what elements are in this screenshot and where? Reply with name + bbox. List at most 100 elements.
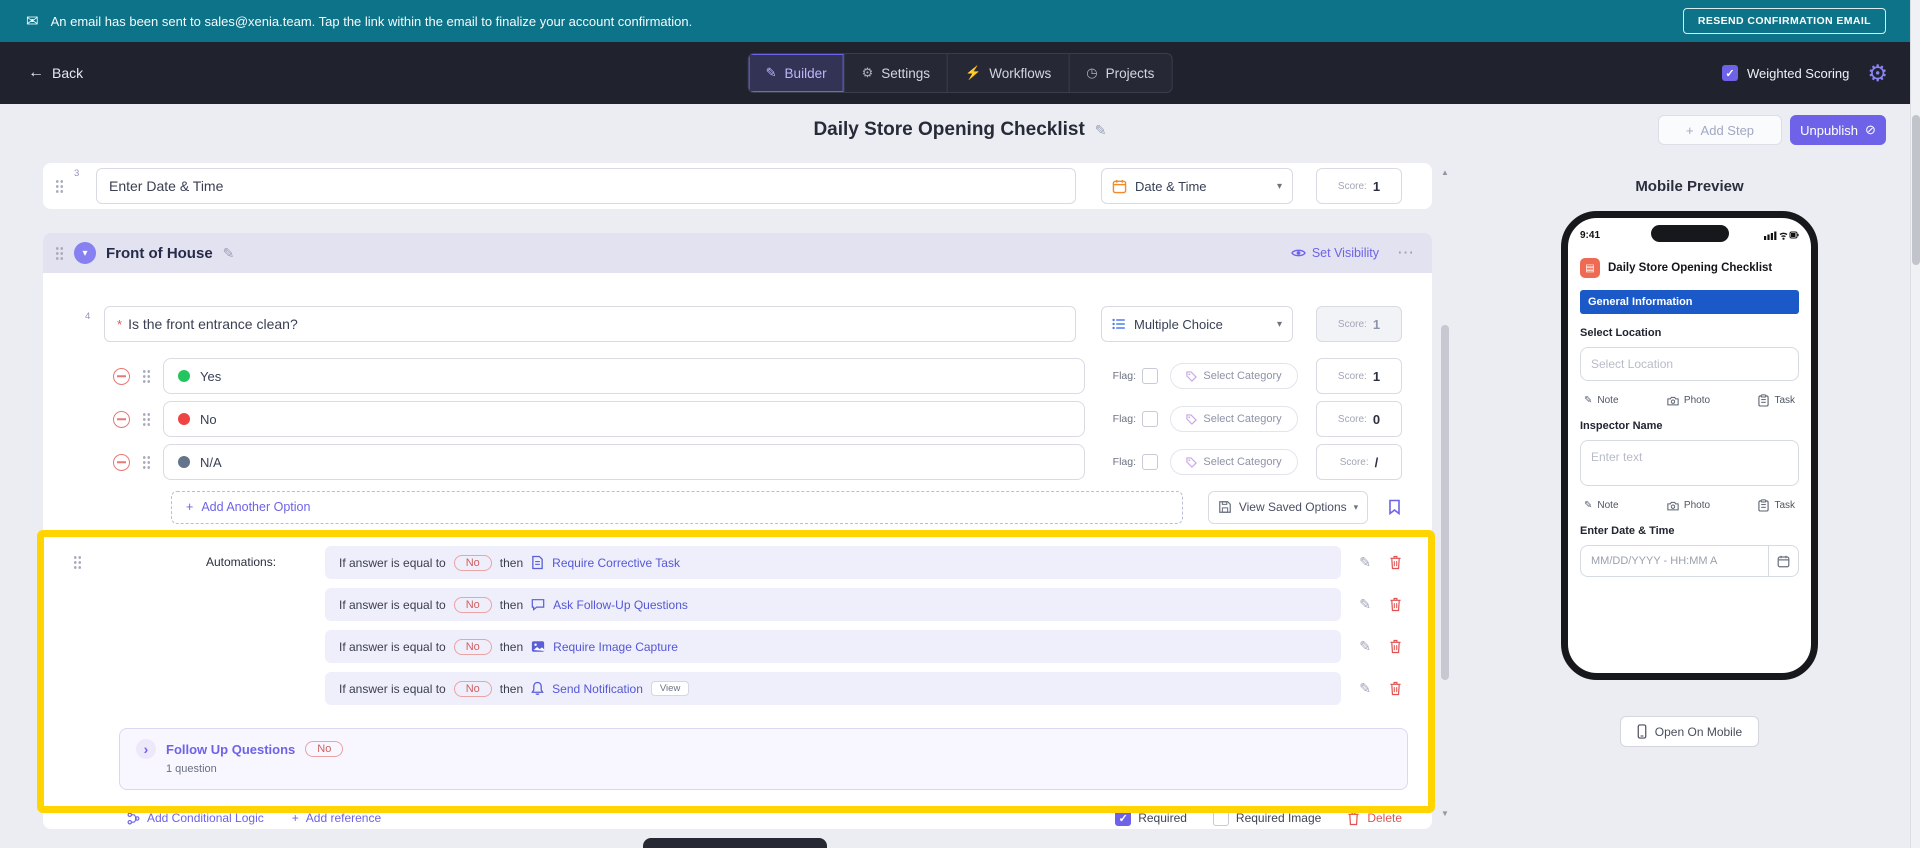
scroll-down-icon[interactable]: ▼ xyxy=(1439,809,1451,818)
drag-handle-icon[interactable] xyxy=(142,454,151,470)
delete-question-button[interactable]: Delete xyxy=(1347,811,1402,826)
inspector-name-input[interactable]: Enter text xyxy=(1580,440,1799,486)
delete-automation-icon[interactable] xyxy=(1389,597,1402,612)
weighted-scoring-toggle[interactable]: ✓ Weighted Scoring xyxy=(1722,65,1849,81)
flag-checkbox[interactable] xyxy=(1142,411,1158,427)
option-input[interactable]: No xyxy=(163,401,1085,437)
bookmark-icon[interactable] xyxy=(1388,499,1401,515)
response-type-select[interactable]: Date & Time ▾ xyxy=(1101,168,1293,204)
resend-confirmation-button[interactable]: RESEND CONFIRMATION EMAIL xyxy=(1682,8,1886,34)
required-image-toggle[interactable]: Required Image xyxy=(1212,810,1321,826)
photo-button[interactable]: Photo xyxy=(1667,500,1710,511)
step-title-input[interactable]: Enter Date & Time xyxy=(96,168,1076,204)
automation-action-link[interactable]: Ask Follow-Up Questions xyxy=(553,598,688,612)
edit-section-icon[interactable]: ✎ xyxy=(223,245,235,262)
note-button[interactable]: ✎ Note xyxy=(1584,395,1619,406)
task-button[interactable]: Task xyxy=(1758,499,1795,512)
flag-toggle[interactable]: Flag: xyxy=(1113,411,1158,427)
mail-icon: ✉ xyxy=(26,13,39,30)
edit-automation-icon[interactable]: ✎ xyxy=(1359,680,1371,697)
drag-handle-icon[interactable] xyxy=(142,368,151,384)
collapse-section-icon[interactable]: ▾ xyxy=(74,242,96,264)
score-box[interactable]: Score: 1 xyxy=(1316,168,1402,204)
note-icon: ✎ xyxy=(1584,395,1593,406)
page-scrollbar[interactable] xyxy=(1910,0,1920,848)
select-category-button[interactable]: Select Category xyxy=(1170,449,1298,475)
score-box[interactable]: Score: 0 xyxy=(1316,401,1402,437)
required-image-checkbox[interactable] xyxy=(1212,810,1229,826)
add-another-option-button[interactable]: + Add Another Option xyxy=(171,490,1183,524)
edit-automation-icon[interactable]: ✎ xyxy=(1359,596,1371,613)
delete-automation-icon[interactable] xyxy=(1389,555,1402,570)
drag-handle-icon[interactable] xyxy=(142,411,151,427)
remove-option-icon[interactable] xyxy=(113,410,130,428)
expand-icon[interactable]: › xyxy=(136,739,156,759)
header-right: ✓ Weighted Scoring ⚙ xyxy=(1722,42,1888,104)
unpublish-button[interactable]: Unpublish ⊘ xyxy=(1790,115,1886,145)
set-visibility-button[interactable]: Set Visibility xyxy=(1290,246,1379,260)
tab-projects[interactable]: ◷ Projects xyxy=(1069,54,1171,92)
automation-action-link[interactable]: Send Notification xyxy=(552,682,643,696)
option-input[interactable]: Yes xyxy=(163,358,1085,394)
automation-action-link[interactable]: Require Corrective Task xyxy=(552,556,680,570)
question-card: 4 * Is the front entrance clean? Multipl… xyxy=(43,273,1432,829)
delete-automation-icon[interactable] xyxy=(1389,639,1402,654)
select-category-button[interactable]: Select Category xyxy=(1170,363,1298,389)
tab-settings[interactable]: ⚙ Settings xyxy=(845,54,949,92)
note-button[interactable]: ✎ Note xyxy=(1584,500,1619,511)
question-type-select[interactable]: Multiple Choice ▾ xyxy=(1101,306,1293,342)
drag-handle-icon[interactable] xyxy=(55,245,64,261)
add-reference-button[interactable]: + Add reference xyxy=(292,811,381,825)
tab-builder[interactable]: ✎ Builder xyxy=(748,54,845,92)
status-time: 9:41 xyxy=(1580,229,1601,241)
back-button[interactable]: ← Back xyxy=(28,42,83,104)
settings-gear-icon[interactable]: ⚙ xyxy=(1867,61,1888,85)
content-scrollbar[interactable]: ▲ ▼ xyxy=(1439,168,1451,818)
drag-handle-icon[interactable] xyxy=(73,555,82,570)
bottom-toolbar-partial[interactable] xyxy=(643,838,827,848)
edit-automation-icon[interactable]: ✎ xyxy=(1359,554,1371,571)
follow-up-questions-card[interactable]: › Follow Up Questions No 1 question xyxy=(119,728,1408,790)
flag-checkbox[interactable] xyxy=(1142,368,1158,384)
view-saved-options-button[interactable]: View Saved Options ▾ xyxy=(1208,490,1368,524)
option-input[interactable]: N/A xyxy=(163,444,1085,480)
flag-toggle[interactable]: Flag: xyxy=(1113,454,1158,470)
add-conditional-logic-button[interactable]: Add Conditional Logic xyxy=(127,811,264,825)
view-chip[interactable]: View xyxy=(650,681,690,696)
task-button[interactable]: Task xyxy=(1758,394,1795,407)
question-type-value: Multiple Choice xyxy=(1134,316,1223,332)
date-time-input[interactable]: MM/DD/YYYY - HH:MM A xyxy=(1580,545,1799,577)
score-box[interactable]: Score: 1 xyxy=(1316,358,1402,394)
remove-option-icon[interactable] xyxy=(113,453,130,471)
required-toggle[interactable]: ✓ Required xyxy=(1115,810,1187,826)
add-step-button[interactable]: + Add Step xyxy=(1658,115,1782,145)
score-value: 1 xyxy=(1372,368,1381,384)
scroll-up-icon[interactable]: ▲ xyxy=(1439,168,1451,177)
photo-button[interactable]: Photo xyxy=(1667,395,1710,406)
scrollbar-thumb[interactable] xyxy=(1441,325,1449,680)
select-location-input[interactable]: Select Location xyxy=(1580,347,1799,381)
required-checkbox[interactable]: ✓ xyxy=(1115,810,1132,826)
page-scrollbar-thumb[interactable] xyxy=(1912,115,1920,265)
weighted-scoring-checkbox[interactable]: ✓ xyxy=(1722,65,1738,81)
bell-icon xyxy=(531,681,544,695)
automation-action-link[interactable]: Require Image Capture xyxy=(553,640,678,654)
score-box[interactable]: Score: / xyxy=(1316,444,1402,480)
flag-toggle[interactable]: Flag: xyxy=(1113,368,1158,384)
select-category-button[interactable]: Select Category xyxy=(1170,406,1298,432)
edit-title-icon[interactable]: ✎ xyxy=(1095,122,1107,139)
select-category-label: Select Category xyxy=(1203,370,1282,382)
edit-automation-icon[interactable]: ✎ xyxy=(1359,638,1371,655)
drag-handle-icon[interactable] xyxy=(55,178,64,194)
flag-checkbox[interactable] xyxy=(1142,454,1158,470)
open-on-mobile-button[interactable]: Open On Mobile xyxy=(1620,716,1759,747)
remove-option-icon[interactable] xyxy=(113,367,130,385)
tab-workflows[interactable]: ⚡ Workflows xyxy=(948,54,1070,92)
question-text-input[interactable]: * Is the front entrance clean? xyxy=(104,306,1076,342)
connector-text: then xyxy=(499,597,524,612)
option-label: No xyxy=(200,411,217,427)
delete-automation-icon[interactable] xyxy=(1389,681,1402,696)
settings-icon: ⚙ xyxy=(861,65,874,80)
more-options-icon[interactable]: ⋯ xyxy=(1397,243,1414,263)
date-placeholder: MM/DD/YYYY - HH:MM A xyxy=(1591,555,1718,567)
